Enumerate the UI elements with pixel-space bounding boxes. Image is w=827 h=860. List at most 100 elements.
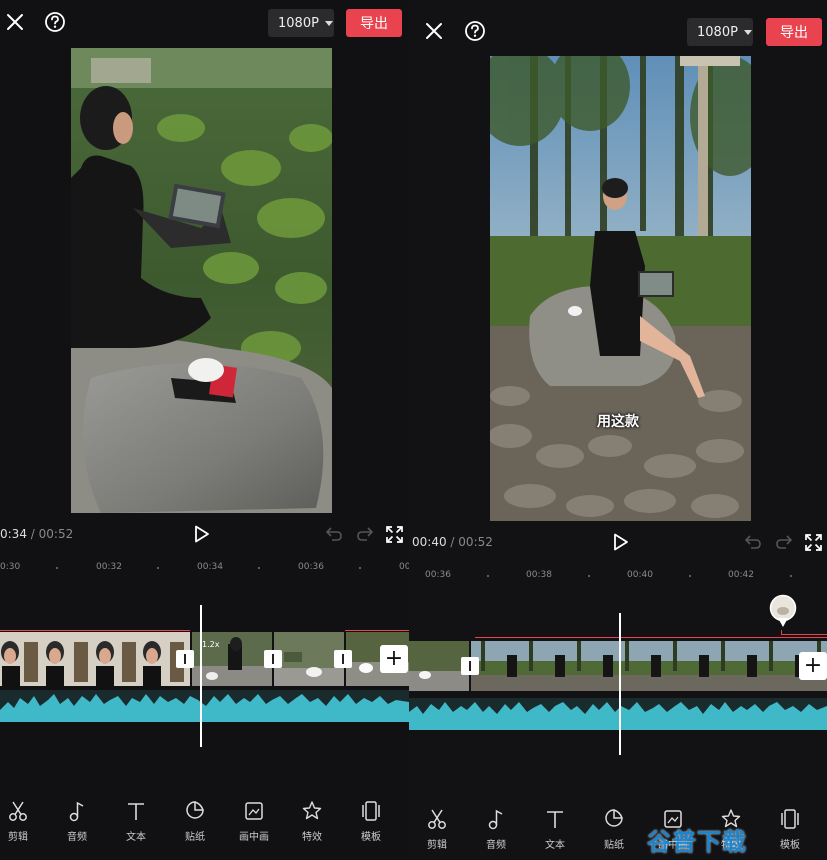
- sticker-icon: [186, 801, 204, 819]
- resolution-dropdown[interactable]: 1080P: [268, 9, 334, 37]
- tool-label: 剪辑: [427, 840, 447, 851]
- transition-icon: [469, 661, 471, 671]
- caret-down-icon: [324, 20, 333, 26]
- clip-selection-line: [345, 630, 409, 631]
- ruler-dot: [157, 567, 159, 569]
- ruler-tick: 00:36: [425, 570, 451, 580]
- tool-label: 贴纸: [604, 840, 624, 851]
- total-time: 00:52: [38, 527, 74, 541]
- speed-badge: 1.2x: [202, 640, 220, 649]
- tool-label: 音频: [67, 832, 87, 843]
- tool-label: 模板: [780, 840, 800, 851]
- clip-thumbnail-group[interactable]: [0, 632, 190, 686]
- ruler-dot: [689, 575, 691, 577]
- playhead[interactable]: [619, 613, 621, 755]
- ruler-tick: 00:32: [96, 562, 122, 572]
- tool-audio[interactable]: 音频: [52, 800, 102, 843]
- watermark-logo: 谷普下载: [647, 828, 747, 856]
- right-editor-panel: 1080P 导出 用这款 00:40 / 00:52 00:36 00:38 0…: [409, 0, 827, 860]
- tool-label: 特效: [302, 832, 322, 843]
- bottom-toolbar: 剪辑 音频 文本 贴纸 画中画 特效 模板: [409, 808, 827, 860]
- undo-icon[interactable]: [325, 526, 343, 542]
- undo-icon[interactable]: [744, 534, 762, 550]
- time-readout: 00:40 / 00:52: [412, 535, 493, 549]
- ruler-tick: 0:30: [0, 562, 21, 572]
- transition-icon: [272, 654, 274, 664]
- clip-thumbnail-group[interactable]: [471, 641, 827, 691]
- scissors-icon: [428, 809, 446, 829]
- scissors-icon: [9, 801, 27, 821]
- export-button[interactable]: 导出: [346, 9, 402, 37]
- transition-button[interactable]: [461, 657, 479, 675]
- tool-pip[interactable]: 画中画: [229, 800, 279, 843]
- voiceover-marker-icon[interactable]: [769, 594, 797, 632]
- timeline-ruler: 00:36 00:38 00:40 00:42: [409, 570, 827, 582]
- play-icon[interactable]: [612, 533, 630, 551]
- ruler-tick: 00:38: [526, 570, 552, 580]
- ruler-dot: [487, 575, 489, 577]
- fullscreen-icon[interactable]: [386, 526, 403, 543]
- template-icon: [781, 809, 799, 829]
- ruler-dot: [258, 567, 260, 569]
- help-icon[interactable]: [464, 20, 486, 42]
- tool-cut[interactable]: 剪辑: [0, 800, 43, 843]
- tool-label: 画中画: [239, 832, 269, 843]
- help-icon[interactable]: [44, 11, 66, 33]
- transition-button[interactable]: [334, 650, 352, 668]
- text-icon: [547, 811, 563, 828]
- current-time: 0:34: [0, 527, 27, 541]
- close-icon[interactable]: [4, 11, 26, 33]
- tool-sticker[interactable]: 贴纸: [589, 808, 639, 851]
- effects-star-icon: [302, 801, 322, 820]
- video-preview[interactable]: 用这款: [490, 56, 751, 521]
- ruler-dot: [790, 575, 792, 577]
- add-clip-button[interactable]: +: [380, 645, 408, 673]
- time-separator: /: [450, 535, 455, 549]
- transition-button[interactable]: [264, 650, 282, 668]
- fullscreen-icon[interactable]: [805, 534, 822, 551]
- transition-icon: [342, 654, 344, 664]
- tool-effects[interactable]: 特效: [287, 800, 337, 843]
- audio-waveform[interactable]: [0, 690, 409, 722]
- ruler-tick: 00:40: [627, 570, 653, 580]
- video-preview[interactable]: [71, 48, 332, 513]
- left-editor-panel: 1080P 导出 0:34 / 00:52 0:30 00:32 00:34 0…: [0, 0, 409, 860]
- music-note-icon: [69, 801, 84, 822]
- sticker-icon: [605, 809, 623, 827]
- play-icon[interactable]: [193, 525, 211, 543]
- tool-sticker[interactable]: 贴纸: [170, 800, 220, 843]
- playhead[interactable]: [200, 605, 202, 747]
- add-clip-button[interactable]: +: [799, 652, 827, 680]
- bottom-toolbar: 剪辑 音频 文本 贴纸 画中画 特效 模板: [0, 800, 409, 860]
- clip-thumbnail-group[interactable]: [409, 641, 469, 691]
- tool-label: 剪辑: [8, 832, 28, 843]
- tool-audio[interactable]: 音频: [471, 808, 521, 851]
- resolution-dropdown[interactable]: 1080P: [687, 18, 753, 46]
- tool-template[interactable]: 模板: [346, 800, 396, 843]
- close-icon[interactable]: [423, 20, 445, 42]
- timeline-ruler: 0:30 00:32 00:34 00:36 00: [0, 562, 409, 574]
- tool-label: 音频: [486, 840, 506, 851]
- redo-icon[interactable]: [356, 526, 374, 542]
- tool-text[interactable]: 文本: [111, 800, 161, 843]
- tool-text[interactable]: 文本: [530, 808, 580, 851]
- export-button[interactable]: 导出: [766, 18, 822, 46]
- tool-template[interactable]: 模板: [765, 808, 815, 851]
- tool-label: 文本: [545, 840, 565, 851]
- ruler-tick: 00:42: [728, 570, 754, 580]
- ruler-tick: 00: [399, 562, 409, 572]
- ruler-tick: 00:36: [298, 562, 324, 572]
- clip-selection-line: [475, 637, 827, 638]
- time-separator: /: [30, 527, 35, 541]
- ruler-dot: [588, 575, 590, 577]
- tool-label: 文本: [126, 832, 146, 843]
- video-frame-woman-on-rock: [71, 48, 332, 513]
- subtitle-caption[interactable]: 用这款: [597, 411, 639, 431]
- audio-waveform[interactable]: [409, 698, 827, 730]
- total-time: 00:52: [458, 535, 493, 549]
- tool-cut[interactable]: 剪辑: [412, 808, 462, 851]
- redo-icon[interactable]: [775, 534, 793, 550]
- clip-thumbnail-group[interactable]: 1.2x: [192, 632, 272, 686]
- transition-button[interactable]: [176, 650, 194, 668]
- clip-selection-line: [0, 630, 190, 631]
